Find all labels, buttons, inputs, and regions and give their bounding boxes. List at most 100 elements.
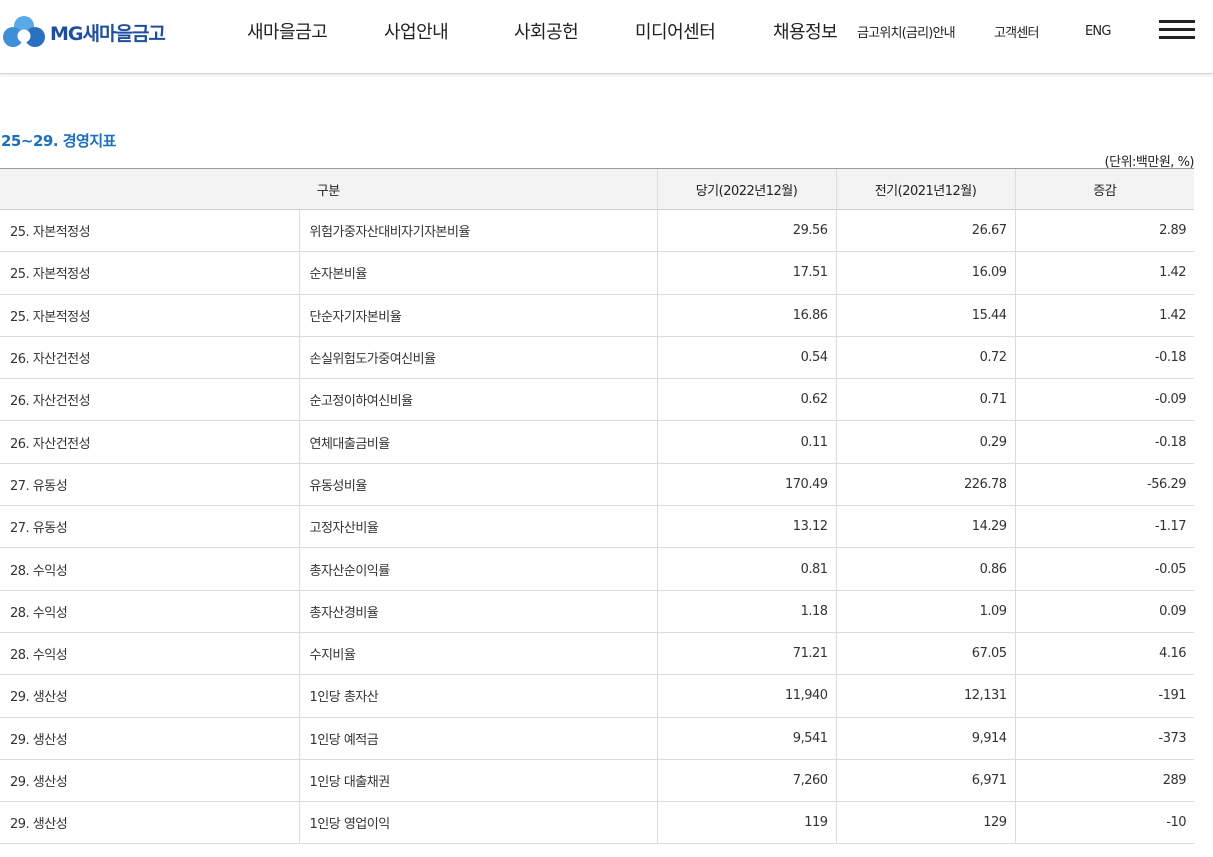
table-header-row: 구분 당기(2022년12월) 전기(2021년12월) 증감: [0, 168, 1195, 210]
table-row: 29. 생산성 1인당 예적금 9,541 9,914 -373: [0, 717, 1195, 760]
row-current-value: 16.86: [656, 294, 837, 337]
row-current-value: 11,940: [656, 674, 837, 718]
row-category: 27. 유동성: [0, 505, 299, 549]
table-row: 26. 자산건전성 순고정이하여신비율 0.62 0.71 -0.09: [0, 378, 1195, 422]
row-change-value: -0.05: [1014, 547, 1195, 591]
row-item: 순자본비율: [298, 251, 658, 295]
row-current-value: 29.56: [656, 209, 837, 253]
header-current: 당기(2022년12월): [656, 168, 837, 210]
nav-util-customer[interactable]: 고객센터: [994, 0, 1039, 62]
row-change-value: 0.09: [1014, 590, 1195, 633]
menu-icon[interactable]: [1159, 20, 1195, 40]
row-item: 총자산경비율: [298, 590, 658, 633]
row-category: 26. 자산건전성: [0, 336, 299, 380]
row-category: 25. 자본적정성: [0, 294, 299, 337]
row-previous-value: 26.67: [835, 209, 1016, 253]
row-change-value: -373: [1014, 717, 1195, 760]
row-current-value: 1.18: [656, 590, 837, 633]
table-row: 25. 자본적정성 단순자기자본비율 16.86 15.44 1.42: [0, 294, 1195, 337]
section-title: 25~29. 경영지표: [1, 132, 116, 150]
row-previous-value: 12,131: [835, 674, 1016, 718]
row-item: 1인당 대출채권: [298, 759, 658, 803]
row-item: 고정자산비율: [298, 505, 658, 549]
table-row: 28. 수익성 총자산순이익률 0.81 0.86 -0.05: [0, 547, 1195, 591]
row-item: 수지비율: [298, 632, 658, 676]
row-change-value: -0.18: [1014, 420, 1195, 464]
row-change-value: -10: [1014, 801, 1195, 845]
row-current-value: 71.21: [656, 632, 837, 676]
row-change-value: -1.17: [1014, 505, 1195, 549]
row-previous-value: 14.29: [835, 505, 1016, 549]
row-previous-value: 0.29: [835, 420, 1016, 464]
row-change-value: 4.16: [1014, 632, 1195, 676]
row-current-value: 7,260: [656, 759, 837, 803]
row-category: 25. 자본적정성: [0, 209, 299, 253]
row-current-value: 0.11: [656, 420, 837, 464]
table-row: 26. 자산건전성 손실위험도가중여신비율 0.54 0.72 -0.18: [0, 336, 1195, 380]
row-category: 28. 수익성: [0, 590, 299, 633]
row-current-value: 13.12: [656, 505, 837, 549]
row-category: 26. 자산건전성: [0, 378, 299, 422]
row-current-value: 0.54: [656, 336, 837, 380]
row-item: 1인당 총자산: [298, 674, 658, 718]
row-item: 단순자기자본비율: [298, 294, 658, 337]
row-item: 순고정이하여신비율: [298, 378, 658, 422]
row-current-value: 9,541: [656, 717, 837, 760]
row-category: 28. 수익성: [0, 632, 299, 676]
nav-util-eng[interactable]: ENG: [1085, 0, 1111, 62]
row-category: 29. 생산성: [0, 717, 299, 760]
nav-item-media[interactable]: 미디어센터: [635, 0, 716, 62]
table-row: 29. 생산성 1인당 영업이익 119 129 -10: [0, 801, 1195, 845]
row-previous-value: 16.09: [835, 251, 1016, 295]
row-previous-value: 0.71: [835, 378, 1016, 422]
row-current-value: 170.49: [656, 463, 837, 507]
row-previous-value: 9,914: [835, 717, 1016, 760]
row-category: 28. 수익성: [0, 547, 299, 591]
table-row: 27. 유동성 고정자산비율 13.12 14.29 -1.17: [0, 505, 1195, 549]
row-item: 1인당 영업이익: [298, 801, 658, 845]
nav-item-saemaeul[interactable]: 새마을금고: [247, 0, 328, 62]
row-item: 총자산순이익률: [298, 547, 658, 591]
row-category: 29. 생산성: [0, 759, 299, 803]
row-item: 위험가중자산대비자기자본비율: [298, 209, 658, 253]
row-change-value: -56.29: [1014, 463, 1195, 507]
table-row: 25. 자본적정성 위험가중자산대비자기자본비율 29.56 26.67 2.89: [0, 209, 1195, 253]
logo-icon: [3, 16, 45, 47]
row-previous-value: 129: [835, 801, 1016, 845]
table-row: 27. 유동성 유동성비율 170.49 226.78 -56.29: [0, 463, 1195, 507]
row-previous-value: 6,971: [835, 759, 1016, 803]
row-change-value: 2.89: [1014, 209, 1195, 253]
nav-util-branch[interactable]: 금고위치(금리)안내: [857, 0, 956, 62]
row-category: 29. 생산성: [0, 801, 299, 845]
header-category: 구분: [0, 168, 658, 210]
row-change-value: 289: [1014, 759, 1195, 803]
site-header: MG새마을금고 새마을금고 사업안내 사회공헌 미디어센터 채용정보 금고위치(…: [0, 0, 1213, 74]
row-current-value: 17.51: [656, 251, 837, 295]
row-category: 29. 생산성: [0, 674, 299, 718]
row-change-value: 1.42: [1014, 294, 1195, 337]
logo-text: MG새마을금고: [50, 22, 166, 45]
logo[interactable]: MG새마을금고: [2, 12, 166, 52]
nav-item-recruit[interactable]: 채용정보: [773, 0, 838, 62]
row-category: 25. 자본적정성: [0, 251, 299, 295]
row-previous-value: 1.09: [835, 590, 1016, 633]
row-current-value: 0.62: [656, 378, 837, 422]
row-item: 유동성비율: [298, 463, 658, 507]
nav-item-business[interactable]: 사업안내: [384, 0, 449, 62]
management-indicator-table: 구분 당기(2022년12월) 전기(2021년12월) 증감 25. 자본적정…: [0, 168, 1195, 845]
row-category: 27. 유동성: [0, 463, 299, 507]
row-change-value: -0.18: [1014, 336, 1195, 380]
table-row: 25. 자본적정성 순자본비율 17.51 16.09 1.42: [0, 251, 1195, 295]
table-row: 28. 수익성 총자산경비율 1.18 1.09 0.09: [0, 590, 1195, 633]
row-change-value: 1.42: [1014, 251, 1195, 295]
row-category: 26. 자산건전성: [0, 420, 299, 464]
row-change-value: -191: [1014, 674, 1195, 718]
nav-item-social[interactable]: 사회공헌: [514, 0, 579, 62]
table-row: 28. 수익성 수지비율 71.21 67.05 4.16: [0, 632, 1195, 676]
row-previous-value: 0.86: [835, 547, 1016, 591]
table-row: 29. 생산성 1인당 대출채권 7,260 6,971 289: [0, 759, 1195, 803]
header-change: 증감: [1014, 168, 1195, 210]
row-item: 손실위험도가중여신비율: [298, 336, 658, 380]
row-previous-value: 0.72: [835, 336, 1016, 380]
table-row: 26. 자산건전성 연체대출금비율 0.11 0.29 -0.18: [0, 420, 1195, 464]
